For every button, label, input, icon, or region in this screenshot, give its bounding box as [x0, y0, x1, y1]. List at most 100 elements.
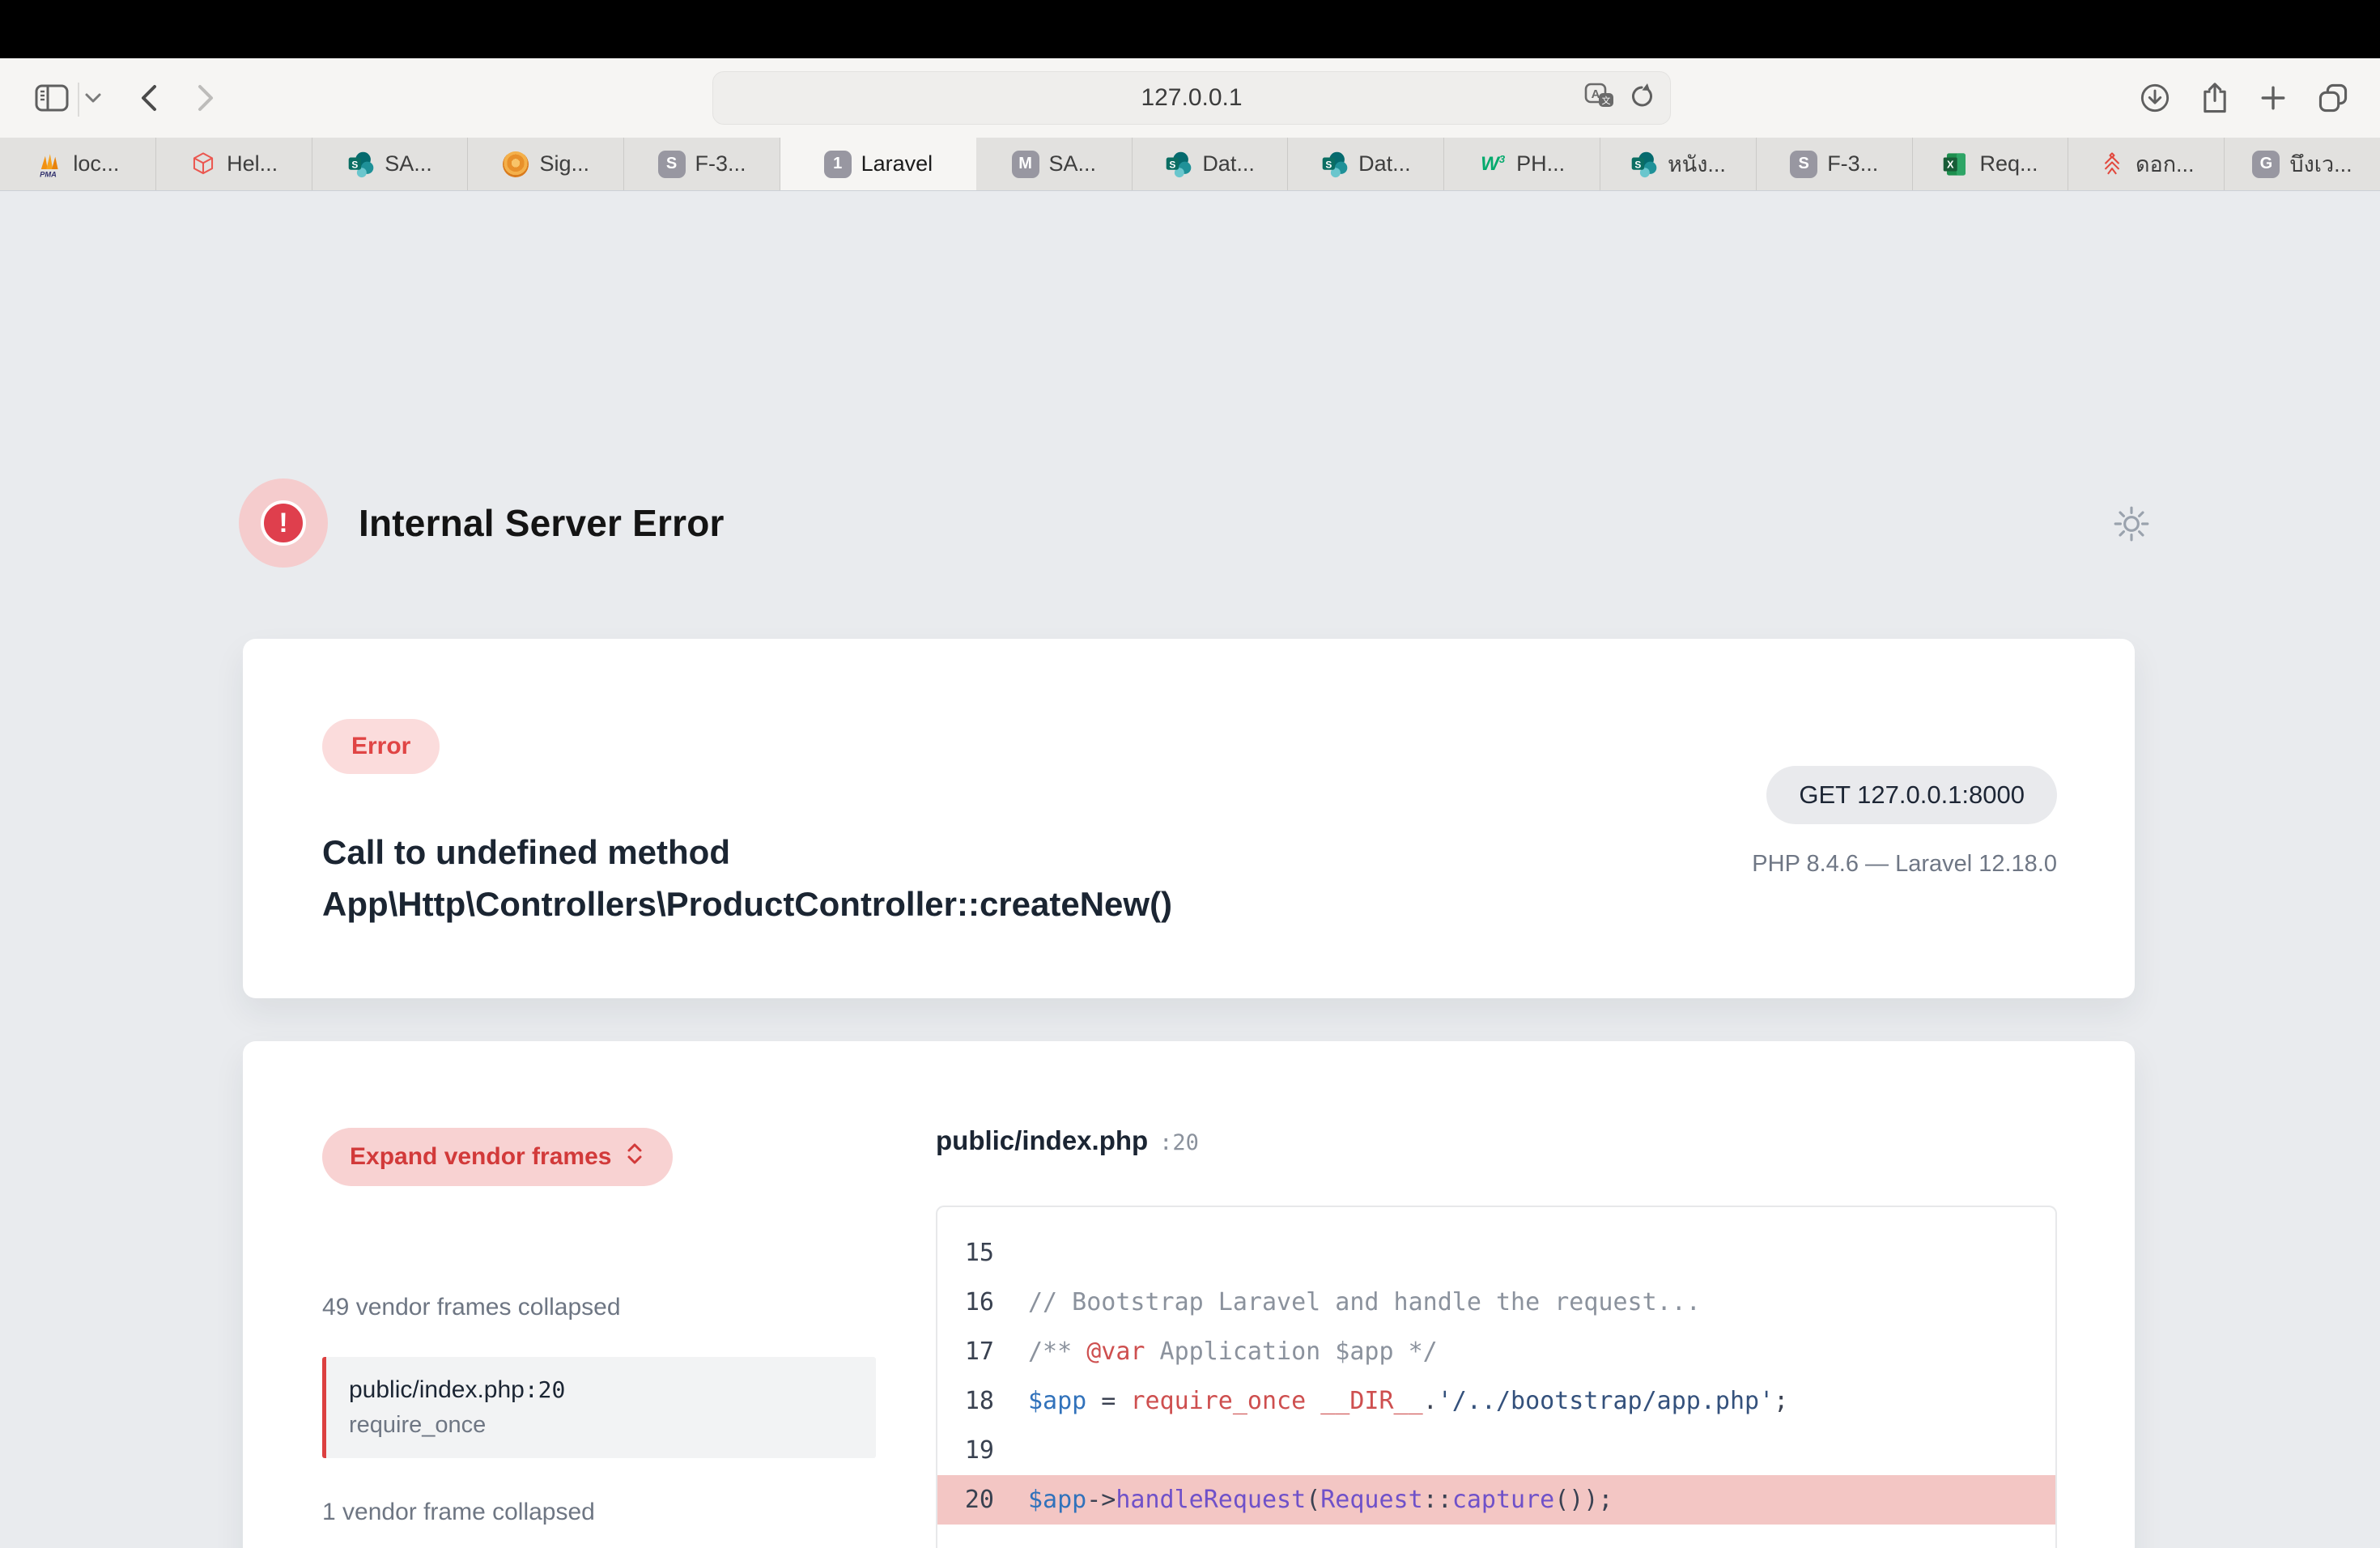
tab-thai-flower[interactable]: ดอก...: [2068, 138, 2225, 190]
tab-dat-2[interactable]: S Dat...: [1288, 138, 1444, 190]
expand-vendor-frames-button[interactable]: Expand vendor frames: [322, 1128, 673, 1186]
tab-sharepoint-1[interactable]: S SA...: [312, 138, 469, 190]
tab-localhost[interactable]: PMA loc...: [0, 138, 156, 190]
share-icon: [2200, 81, 2229, 117]
download-icon: [2140, 83, 2170, 116]
code-file-header: public/index.php :20: [936, 1125, 1199, 1156]
svg-text:S: S: [1170, 159, 1176, 170]
svg-text:S: S: [1325, 159, 1332, 170]
chevron-down-icon: [84, 91, 102, 107]
svg-text:A: A: [1592, 87, 1600, 101]
tab-label: SA...: [385, 151, 432, 176]
tab-label: Req...: [1979, 151, 2038, 176]
forward-button[interactable]: [188, 79, 223, 118]
stack-frame-file: public/index.php:20: [349, 1376, 853, 1404]
translate-icon[interactable]: A文: [1584, 83, 1617, 114]
error-summary-card: Error Call to undefined method App\Http\…: [243, 639, 2135, 998]
tabs-overview-icon: [2317, 82, 2349, 117]
theme-toggle-button[interactable]: [2111, 505, 2152, 546]
code-file-name: public/index.php: [936, 1125, 1148, 1156]
svg-text:S: S: [1634, 159, 1641, 170]
back-arrow-icon: [138, 82, 159, 117]
tab-php-w3[interactable]: W3 PH...: [1444, 138, 1600, 190]
address-bar-url: 127.0.0.1: [1141, 84, 1242, 112]
letter-1-favicon-icon: 1: [824, 151, 852, 178]
w3schools-favicon-icon: W3: [1479, 151, 1507, 178]
code-line-16: 16 // Bootstrap Laravel and handle the r…: [937, 1278, 2055, 1327]
tab-f3-2[interactable]: S F-3...: [1757, 138, 1913, 190]
svg-text:S: S: [352, 159, 359, 170]
sharepoint-favicon-icon: S: [347, 151, 375, 178]
code-snippet-panel[interactable]: 15 16 // Bootstrap Laravel and handle th…: [936, 1206, 2057, 1548]
tab-label: หนัง...: [1668, 147, 1726, 181]
share-button[interactable]: [2195, 78, 2234, 120]
macos-menu-bar: [0, 0, 2380, 58]
code-line-18: 18 $app = require_once __DIR__.'/../boot…: [937, 1376, 2055, 1426]
tab-thai-g[interactable]: G บึงเว...: [2225, 138, 2380, 190]
expand-vendor-frames-label: Expand vendor frames: [350, 1143, 611, 1171]
new-tab-button[interactable]: [2254, 81, 2293, 117]
error-message: Call to undefined method App\Http\Contro…: [322, 827, 1172, 930]
code-line-17: 17 /** @var Application $app */: [937, 1327, 2055, 1376]
phpmyadmin-favicon-icon: PMA: [36, 151, 63, 178]
tab-laravel-docs[interactable]: Hel...: [156, 138, 312, 190]
error-message-line2: App\Http\Controllers\ProductController::…: [322, 878, 1172, 930]
chevron-up-down-icon: [624, 1142, 645, 1172]
letter-s-favicon-icon: S: [658, 151, 686, 178]
tab-sig[interactable]: Sig...: [468, 138, 624, 190]
tab-overview-button[interactable]: [2312, 79, 2354, 118]
tab-req-excel[interactable]: X Req...: [1913, 138, 2069, 190]
tab-dat-1[interactable]: S Dat...: [1133, 138, 1289, 190]
tab-label: F-3...: [1827, 151, 1878, 176]
stack-frame-item[interactable]: public/index.php:20 require_once: [322, 1357, 876, 1458]
sharepoint-favicon-icon: S: [1630, 151, 1658, 178]
laravel-error-page: ! Internal Server Error Error Call to un…: [0, 191, 2380, 1548]
svg-text:文: 文: [1602, 95, 1611, 106]
tab-f3-1[interactable]: S F-3...: [624, 138, 780, 190]
svg-text:PMA: PMA: [40, 170, 57, 178]
sun-icon: [2112, 504, 2151, 547]
screen: 127.0.0.1 A文: [0, 0, 2380, 1548]
tab-label: F-3...: [695, 151, 746, 176]
downloads-button[interactable]: [2136, 79, 2174, 118]
address-bar[interactable]: 127.0.0.1 A文: [712, 71, 1671, 125]
request-method-badge: GET 127.0.0.1:8000: [1766, 766, 2057, 824]
back-button[interactable]: [131, 79, 167, 118]
vendor-frames-collapsed-bottom: 1 vendor frame collapsed: [322, 1499, 595, 1526]
sharepoint-favicon-icon: S: [1321, 151, 1349, 178]
stack-trace-card: Expand vendor frames 49 vendor frames co…: [243, 1041, 2135, 1548]
sidebar-menu-chevron-button[interactable]: [81, 89, 105, 108]
excel-favicon-icon: X: [1942, 151, 1970, 178]
code-line-ref: :20: [1159, 1130, 1199, 1155]
tab-label: Hel...: [227, 151, 278, 176]
tab-laravel-active[interactable]: 1 Laravel: [780, 138, 976, 190]
vendor-frames-collapsed-top: 49 vendor frames collapsed: [322, 1294, 621, 1321]
tab-bar: PMA loc... Hel... S SA... Sig... S F-3..…: [0, 138, 2380, 191]
ornament-favicon-icon: [502, 151, 529, 178]
page-header: ! Internal Server Error: [239, 478, 725, 568]
lotus-favicon-icon: [2098, 151, 2126, 178]
page-title: Internal Server Error: [359, 501, 725, 545]
svg-text:X: X: [1947, 158, 1954, 170]
toolbar-divider: [78, 83, 79, 117]
reload-icon[interactable]: [1628, 83, 1655, 114]
error-type-badge: Error: [322, 719, 440, 774]
tab-label: PH...: [1516, 151, 1565, 176]
letter-s-favicon-icon: S: [1790, 151, 1817, 178]
forward-arrow-icon: [195, 82, 216, 117]
tab-label: Dat...: [1202, 151, 1255, 176]
error-message-line1: Call to undefined method: [322, 827, 1172, 878]
code-line-20-highlighted: 20 $app->handleRequest(Request::capture(…: [937, 1475, 2055, 1525]
error-alert-icon: !: [239, 478, 328, 568]
sharepoint-favicon-icon: S: [1165, 151, 1192, 178]
tab-thai-book[interactable]: S หนัง...: [1600, 138, 1757, 190]
tab-sa-m[interactable]: M SA...: [976, 138, 1133, 190]
tab-label: Laravel: [861, 151, 933, 176]
sidebar-toggle-button[interactable]: [32, 81, 71, 117]
browser-toolbar: 127.0.0.1 A文: [0, 58, 2380, 138]
tab-label: SA...: [1049, 151, 1097, 176]
tab-label: ดอก...: [2136, 147, 2195, 181]
letter-g-favicon-icon: G: [2252, 151, 2280, 178]
php-laravel-versions: PHP 8.4.6 — Laravel 12.18.0: [1752, 851, 2057, 878]
code-line-15: 15: [937, 1228, 2055, 1278]
